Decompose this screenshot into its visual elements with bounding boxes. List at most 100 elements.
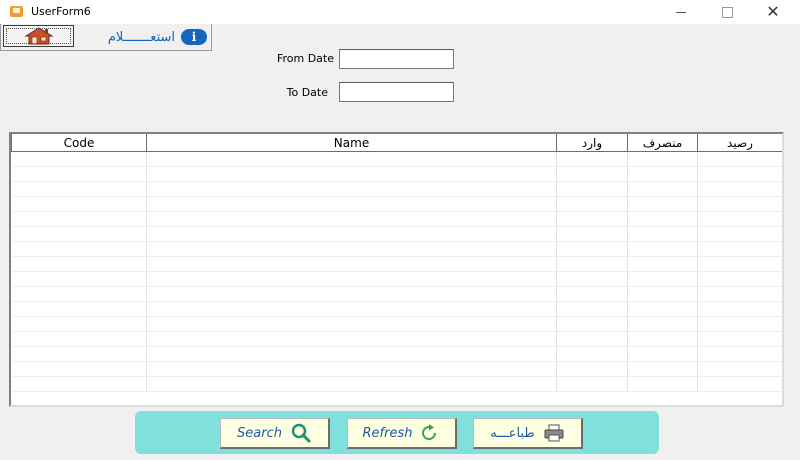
table-cell	[11, 301, 147, 317]
minimize-icon	[676, 11, 686, 13]
table-cell	[146, 376, 557, 392]
table-cell	[146, 331, 557, 347]
table-cell	[146, 241, 557, 257]
table-row[interactable]	[11, 376, 782, 392]
table-cell	[697, 166, 782, 182]
from-date-label: From Date	[276, 52, 334, 65]
column-header-name[interactable]: Name	[146, 134, 557, 152]
table-cell	[697, 316, 782, 332]
table-cell	[627, 241, 698, 257]
table-cell	[11, 241, 147, 257]
table-row[interactable]	[11, 316, 782, 332]
table-cell	[556, 346, 628, 362]
close-button[interactable]: ✕	[750, 0, 796, 24]
table-cell	[697, 211, 782, 227]
to-date-input[interactable]	[339, 82, 454, 102]
table-cell	[627, 181, 698, 197]
tab-inquiry-label: استعـــــــلام	[107, 29, 175, 45]
table-cell	[556, 196, 628, 212]
table-row[interactable]	[11, 271, 782, 287]
table-cell	[556, 271, 628, 287]
table-row[interactable]	[11, 151, 782, 167]
column-header-balance[interactable]: رصيد	[697, 134, 782, 152]
table-row[interactable]	[11, 166, 782, 182]
printer-icon	[544, 424, 564, 442]
table-cell	[697, 271, 782, 287]
table-cell	[146, 316, 557, 332]
table-row[interactable]	[11, 196, 782, 212]
table-cell	[11, 181, 147, 197]
table-cell	[697, 376, 782, 392]
window-title: UserForm6	[31, 5, 91, 18]
table-cell	[146, 226, 557, 242]
table-cell	[697, 286, 782, 302]
table-cell	[146, 211, 557, 227]
table-row[interactable]	[11, 181, 782, 197]
tab-inquiry[interactable]: استعـــــــلام i	[79, 26, 207, 48]
table-cell	[146, 256, 557, 272]
table-cell	[146, 196, 557, 212]
table-cell	[11, 256, 147, 272]
table-cell	[556, 166, 628, 182]
table-row[interactable]	[11, 361, 782, 377]
table-cell	[627, 196, 698, 212]
search-button[interactable]: Search	[220, 418, 330, 449]
table-row[interactable]	[11, 331, 782, 347]
table-cell	[11, 286, 147, 302]
table-cell	[627, 331, 698, 347]
refresh-icon	[422, 424, 437, 440]
column-header-incoming[interactable]: وارد	[556, 134, 628, 152]
table-row[interactable]	[11, 301, 782, 317]
table-cell	[556, 226, 628, 242]
table-cell	[556, 376, 628, 392]
table-cell	[697, 181, 782, 197]
search-button-label: Search	[237, 425, 282, 441]
results-table: Code Name وارد منصرف رصيد	[11, 134, 782, 392]
table-cell	[556, 181, 628, 197]
table-cell	[556, 286, 628, 302]
table-row[interactable]	[11, 211, 782, 227]
to-date-label: To Date	[286, 86, 328, 99]
column-header-code[interactable]: Code	[11, 134, 147, 152]
table-cell	[556, 301, 628, 317]
table-row[interactable]	[11, 241, 782, 257]
table-cell	[146, 286, 557, 302]
title-bar: UserForm6 ✕	[0, 0, 800, 24]
home-button[interactable]	[3, 25, 74, 47]
table-cell	[11, 346, 147, 362]
column-header-outgoing[interactable]: منصرف	[627, 134, 698, 152]
table-cell	[697, 196, 782, 212]
home-icon	[23, 27, 54, 45]
table-cell	[627, 166, 698, 182]
results-grid[interactable]: Code Name وارد منصرف رصيد	[9, 132, 784, 407]
table-cell	[697, 151, 782, 167]
close-icon: ✕	[766, 2, 780, 21]
table-cell	[556, 331, 628, 347]
table-cell	[697, 361, 782, 377]
minimize-button[interactable]	[658, 0, 704, 24]
table-cell	[556, 211, 628, 227]
table-cell	[697, 256, 782, 272]
table-cell	[11, 361, 147, 377]
maximize-button[interactable]	[704, 0, 750, 24]
table-cell	[627, 346, 698, 362]
table-cell	[146, 151, 557, 167]
from-date-input[interactable]	[339, 49, 454, 69]
table-cell	[11, 196, 147, 212]
print-button[interactable]: طباعـــه	[473, 418, 583, 449]
table-cell	[627, 376, 698, 392]
refresh-button[interactable]: Refresh	[347, 418, 457, 449]
table-row[interactable]	[11, 286, 782, 302]
table-cell	[11, 166, 147, 182]
table-cell	[627, 226, 698, 242]
table-row[interactable]	[11, 226, 782, 242]
table-cell	[697, 331, 782, 347]
table-row[interactable]	[11, 346, 782, 362]
table-cell	[697, 346, 782, 362]
table-cell	[627, 301, 698, 317]
table-cell	[697, 226, 782, 242]
table-cell	[146, 346, 557, 362]
table-cell	[11, 211, 147, 227]
table-cell	[556, 151, 628, 167]
table-row[interactable]	[11, 256, 782, 272]
